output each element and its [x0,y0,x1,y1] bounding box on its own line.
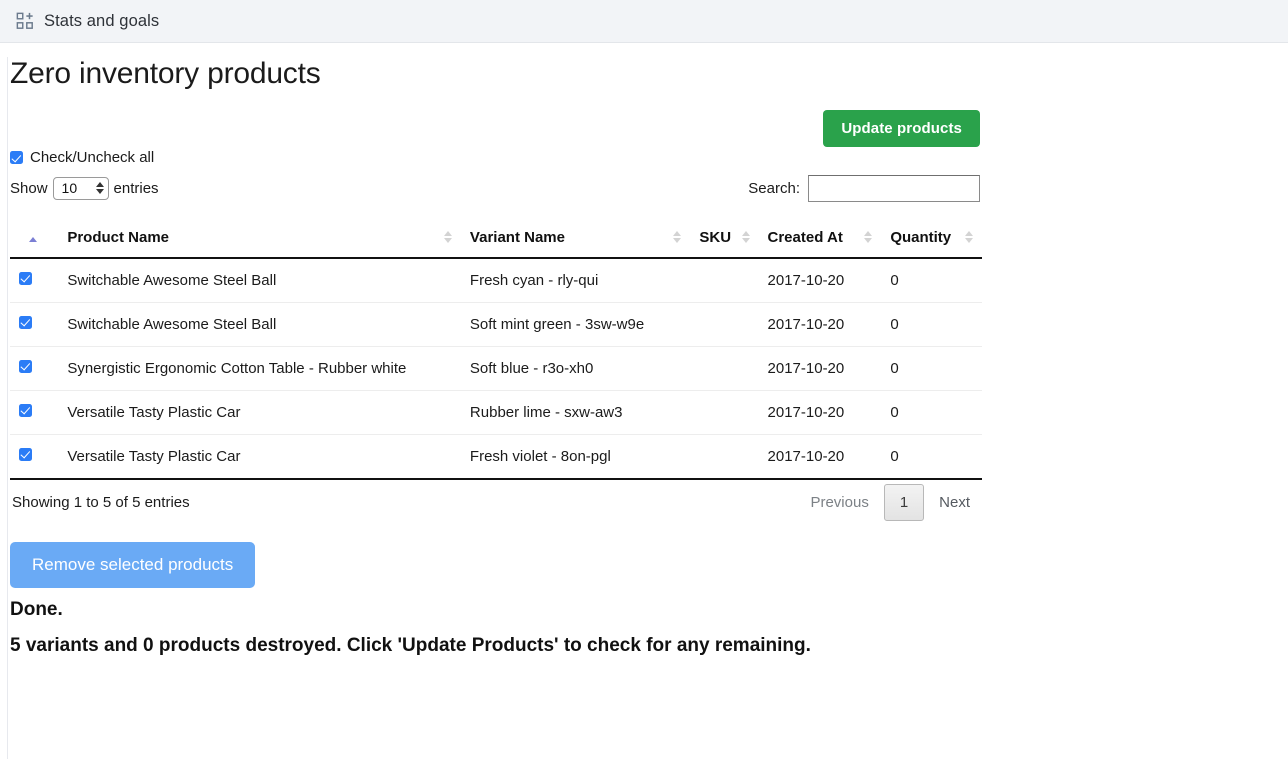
cell-product-name: Synergistic Ergonomic Cotton Table - Rub… [58,346,461,391]
table-row: Switchable Awesome Steel Ball Soft mint … [10,302,982,347]
column-label-product-name: Product Name [67,228,170,246]
column-label-created-at: Created At [767,228,843,246]
row-select-cell [10,434,59,480]
status-message: Done. [10,598,63,620]
cell-sku [690,346,759,391]
row-select-checkbox[interactable] [19,271,32,285]
sort-toggle-icon [741,231,750,243]
cell-product-name: Versatile Tasty Plastic Car [58,390,461,435]
cell-quantity: 0 [881,257,982,303]
table-info: Showing 1 to 5 of 5 entries [12,493,190,511]
pagination-next[interactable]: Next [929,490,980,515]
column-label-sku: SKU [699,228,732,246]
app-topbar: Stats and goals [0,0,1288,43]
cell-created-at: 2017-10-20 [758,346,882,391]
sort-toggle-icon [864,231,873,243]
cell-created-at: 2017-10-20 [758,434,882,480]
datatable-controls: Show 10 entries Search: [10,174,980,217]
sort-toggle-icon [673,231,682,243]
row-select-cell [10,346,59,391]
cell-quantity: 0 [881,390,982,435]
column-header-variant-name[interactable]: Variant Name [460,216,691,259]
column-header-product-name[interactable]: Product Name [58,216,461,259]
pagination-page-1[interactable]: 1 [883,483,925,521]
topbar-title: Stats and goals [44,11,160,30]
cell-sku [690,434,759,480]
search-input[interactable] [808,174,980,202]
cell-sku [690,390,759,435]
pagination-previous[interactable]: Previous [800,490,878,515]
cell-variant-name: Rubber lime - sxw-aw3 [460,390,691,435]
sort-ascending-icon [29,236,37,242]
cell-variant-name: Fresh violet - 8on-pgl [460,434,691,480]
table-row: Versatile Tasty Plastic Car Rubber lime … [10,390,982,435]
cell-created-at: 2017-10-20 [758,390,882,435]
sort-toggle-icon [965,231,973,243]
zero-inventory-table: Product Name Variant Name SKU Created At… [10,216,982,480]
remove-selected-products-button[interactable]: Remove selected products [10,541,256,588]
table-row: Switchable Awesome Steel Ball Fresh cyan… [10,257,982,303]
cell-quantity: 0 [881,346,982,391]
column-header-sku[interactable]: SKU [690,216,759,259]
check-uncheck-all-label: Check/Uncheck all [30,149,155,166]
row-select-checkbox[interactable] [19,403,32,417]
cell-quantity: 0 [881,302,982,347]
page-title: Zero inventory products [10,57,321,90]
cell-quantity: 0 [881,434,982,480]
row-select-cell [10,390,59,435]
update-products-row: Update products [10,92,980,147]
column-label-variant-name: Variant Name [469,228,565,246]
cell-created-at: 2017-10-20 [758,257,882,303]
row-select-cell [10,257,59,303]
cell-product-name: Switchable Awesome Steel Ball [58,302,461,347]
show-label: Show [10,179,48,197]
grid-plus-icon [16,12,33,29]
cell-sku [690,257,759,303]
stepper-arrows-icon [95,182,104,194]
content-container: Zero inventory products Update products … [8,57,982,659]
update-products-button[interactable]: Update products [823,109,980,147]
row-select-cell [10,302,59,347]
datatable-footer: Showing 1 to 5 of 5 entries Previous 1 N… [10,480,980,534]
row-select-checkbox[interactable] [19,315,32,329]
pagination: Previous 1 Next [800,483,980,521]
cell-variant-name: Fresh cyan - rly-qui [460,257,691,303]
column-label-quantity: Quantity [890,228,952,246]
check-uncheck-all-checkbox[interactable] [10,151,23,164]
cell-variant-name: Soft mint green - 3sw-w9e [460,302,691,347]
table-head: Product Name Variant Name SKU Created At… [10,216,982,259]
cell-sku [690,302,759,347]
page-length-value: 10 [61,180,78,196]
entries-label: entries [113,179,159,197]
cell-product-name: Switchable Awesome Steel Ball [58,257,461,303]
sort-toggle-icon [443,231,452,243]
page-body: Zero inventory products Update products … [0,57,1288,759]
table-header-row: Product Name Variant Name SKU Created At… [10,216,982,259]
page-length-select[interactable]: 10 [52,176,109,200]
table-row: Versatile Tasty Plastic Car Fresh violet… [10,434,982,480]
row-select-checkbox[interactable] [19,447,32,461]
table-body: Switchable Awesome Steel Ball Fresh cyan… [10,257,982,480]
search-label: Search: [748,179,800,197]
table-row: Synergistic Ergonomic Cotton Table - Rub… [10,346,982,391]
row-select-checkbox[interactable] [19,359,32,373]
entries-length-control: Show 10 entries [10,176,159,200]
cell-variant-name: Soft blue - r3o-xh0 [460,346,691,391]
column-header-select[interactable] [10,216,59,259]
check-uncheck-all-row: Check/Uncheck all [10,148,980,168]
column-header-quantity[interactable]: Quantity [881,216,982,259]
column-header-created-at[interactable]: Created At [758,216,882,259]
cell-created-at: 2017-10-20 [758,302,882,347]
detail-message: 5 variants and 0 products destroyed. Cli… [10,635,811,657]
search-filter: Search: [748,174,980,202]
cell-product-name: Versatile Tasty Plastic Car [58,434,461,480]
